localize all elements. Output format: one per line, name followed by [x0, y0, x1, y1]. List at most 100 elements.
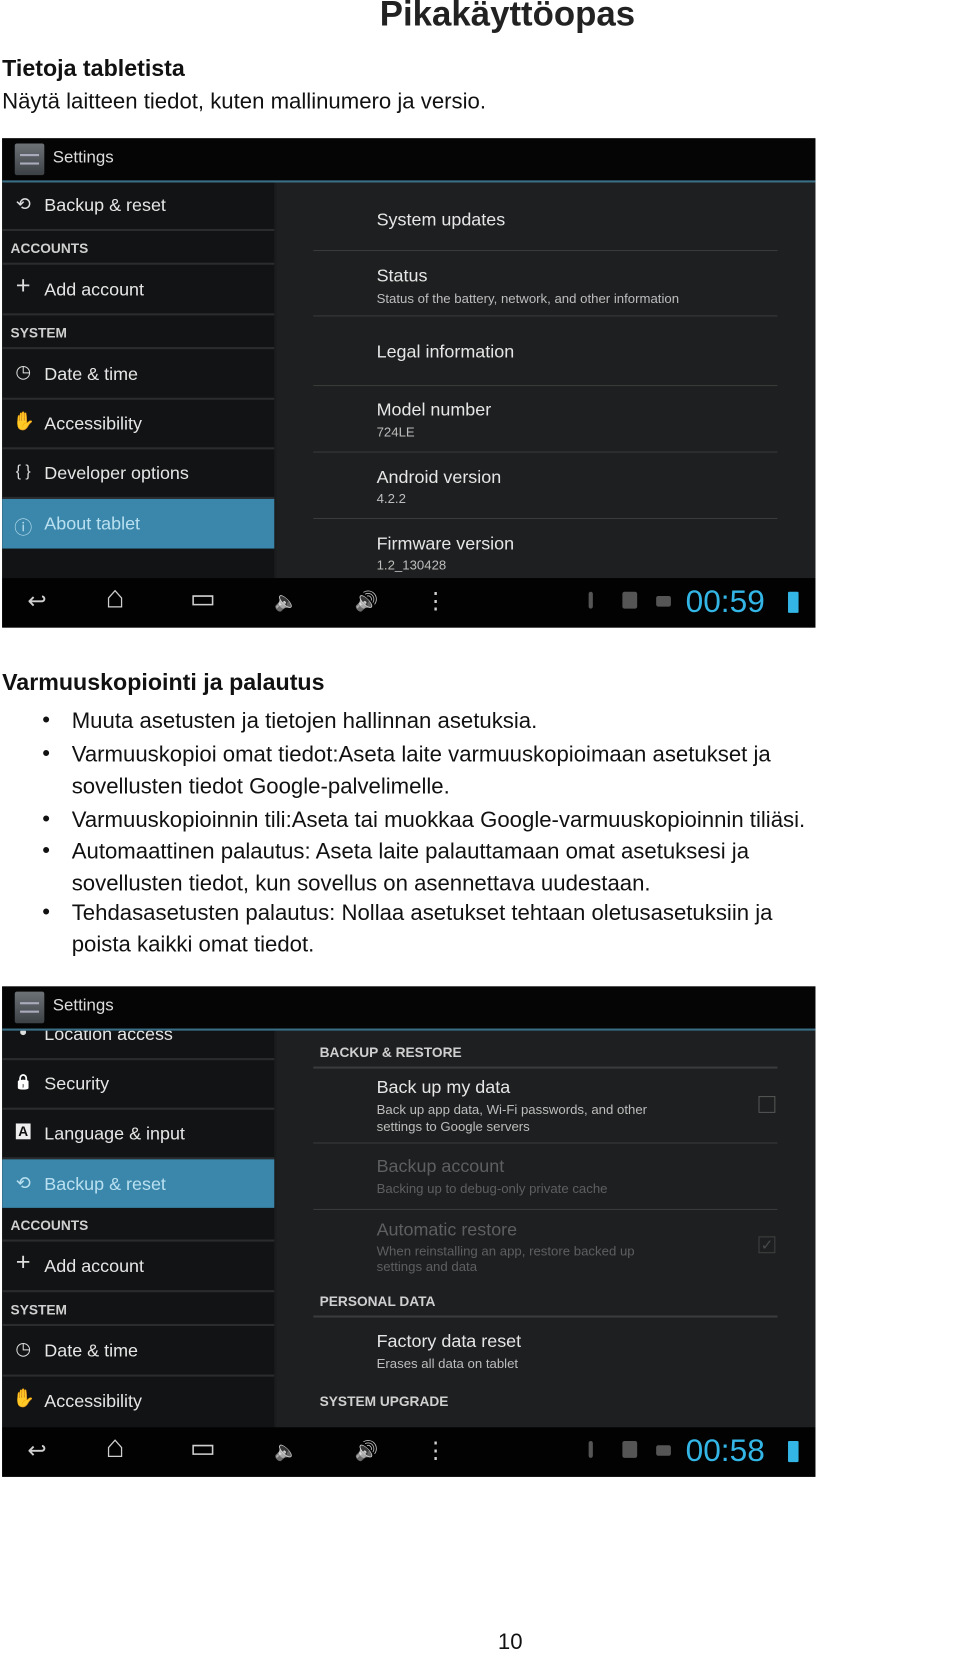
divider — [313, 1066, 778, 1069]
home-icon[interactable]: ⌂ — [105, 1429, 124, 1465]
sidebar-item-backup[interactable]: ⟲ Backup & reset — [2, 182, 275, 232]
bullet-line: sovellusten tiedot Google-palvelimelle. — [71, 774, 450, 799]
pref-title: Android version — [376, 467, 502, 488]
restore-icon: ⟲ — [15, 1173, 31, 1194]
automatic-restore-checkbox: ✓ — [758, 1236, 776, 1254]
clock-icon: ◷ — [15, 1338, 32, 1359]
back-icon[interactable]: ↩ — [27, 1437, 46, 1464]
volume-up-icon[interactable]: 🔊 — [354, 1440, 378, 1462]
category-system-upgrade: SYSTEM UPGRADE — [319, 1393, 449, 1410]
pref-model-number: Model number 724LE — [313, 386, 778, 453]
sidebar-item-label: Add account — [44, 279, 145, 300]
back-up-my-data-checkbox[interactable] — [758, 1096, 776, 1113]
pref-factory-data-reset[interactable]: Factory data reset Erases all data on ta… — [313, 1319, 777, 1384]
pref-backup-account: Backup account Backing up to debug-only … — [313, 1144, 778, 1210]
pref-summary: When reinstalling an app, restore backed… — [376, 1243, 635, 1259]
category-backup-restore: BACKUP & RESTORE — [319, 1044, 462, 1061]
bullet-item: Varmuuskopioi omat tiedot:Aseta laite va… — [72, 739, 960, 802]
category-label: ACCOUNTS — [10, 240, 89, 257]
section-heading-backup: Varmuuskopiointi ja palautus — [2, 668, 325, 696]
clock-icon: ◷ — [15, 361, 32, 382]
settings-sidebar: ● Location access 🔒 Security A Language & i… — [2, 1023, 275, 1428]
sidebar-item-label: Language & input — [44, 1123, 185, 1144]
pref-title: Legal information — [376, 341, 515, 362]
sidebar-item-label: Backup & reset — [44, 1174, 166, 1195]
recents-icon[interactable]: ▭ — [190, 1431, 216, 1464]
section-heading-about: Tietoja tabletista — [2, 54, 185, 82]
category-accounts: ACCOUNTS — [2, 1208, 275, 1242]
sidebar-item-label: Security — [44, 1073, 110, 1094]
category-label: SYSTEM — [10, 324, 67, 341]
sidebar-item-developer-options[interactable]: { } Developer options — [2, 449, 275, 499]
page-title: Pikakäyttöopas — [379, 0, 636, 33]
sidebar-item-date-time[interactable]: ◷ Date & time — [2, 349, 275, 400]
sidebar-item-label: Date & time — [44, 363, 138, 384]
android-debug-icon — [656, 1445, 671, 1456]
pref-status[interactable]: Status Status of the battery, network, an… — [313, 251, 778, 317]
pref-legal-information[interactable]: Legal information — [313, 316, 778, 387]
pref-summary: Backing up to debug-only private cache — [376, 1181, 608, 1197]
screenshot-backup-reset: Settings ● Location access 🔒 Security A Lan… — [2, 986, 816, 1477]
braces-icon: { } — [15, 462, 31, 480]
sidebar-item-backup-reset[interactable]: ⟲ Backup & reset — [2, 1159, 275, 1208]
divider — [313, 1315, 778, 1318]
pref-title: Back up my data — [376, 1077, 511, 1098]
volume-down-icon[interactable]: 🔈 — [274, 1440, 298, 1462]
sidebar-item-accessibility[interactable]: ✋ Accessibility — [2, 400, 275, 450]
bullet-line: Tehdasasetusten palautus: Nollaa asetuks… — [71, 900, 773, 926]
category-personal-data: PERSONAL DATA — [319, 1293, 436, 1310]
menu-icon[interactable]: ⋮ — [424, 1437, 447, 1464]
pref-title: System updates — [376, 209, 506, 230]
volume-up-icon[interactable]: 🔊 — [354, 591, 378, 613]
pref-summary: Erases all data on tablet — [376, 1356, 519, 1372]
system-navigation-bar: ↩ ⌂ ▭ 🔈 🔊 ⋮ 00:58 — [2, 1427, 816, 1477]
bullet-icon: • — [42, 741, 50, 766]
clock-time: 00:59 — [685, 584, 765, 620]
bullet-line: poista kaikki omat tiedot. — [71, 932, 315, 957]
app-title: Settings — [52, 996, 114, 1015]
volume-down-icon[interactable]: 🔈 — [274, 591, 298, 613]
sd-card-icon — [622, 1440, 638, 1458]
bullet-line: Muuta asetusten ja tietojen hallinnan as… — [71, 708, 538, 734]
sidebar-item-date-time[interactable]: ◷ Date & time — [2, 1326, 275, 1377]
sidebar-item-add-account[interactable]: + Add account — [2, 1242, 275, 1293]
hand-icon: ✋ — [12, 1388, 35, 1409]
bullet-item: Tehdasasetusten palautus: Nollaa asetuks… — [72, 898, 960, 961]
sidebar-item-language-input[interactable]: A Language & input — [2, 1110, 275, 1160]
battery-charging-icon — [788, 1440, 799, 1463]
pref-title: Factory data reset — [376, 1331, 522, 1352]
pref-value: 724LE — [376, 425, 415, 440]
sidebar-item-security[interactable]: 🔒 Security — [2, 1060, 275, 1110]
sidebar-item-accessibility[interactable]: ✋ Accessibility — [2, 1377, 274, 1428]
app-title: Settings — [52, 148, 114, 167]
sidebar-item-label: Backup & reset — [44, 195, 166, 216]
bullet-line: Automaattinen palautus: Aseta laite pala… — [71, 839, 750, 864]
recents-icon[interactable]: ▭ — [190, 582, 216, 615]
menu-icon[interactable]: ⋮ — [424, 588, 447, 615]
pref-summary: Back up app data, Wi-Fi passwords, and o… — [376, 1102, 648, 1118]
sidebar-item-about-tablet[interactable]: ⓘ About tablet — [2, 498, 275, 549]
pref-firmware-version: Firmware version 1.2_130428 — [313, 519, 777, 578]
back-icon[interactable]: ↩ — [27, 588, 46, 615]
bullet-item: Muuta asetusten ja tietojen hallinnan as… — [72, 706, 960, 738]
backup-reset-list: BACKUP & RESTORE Back up my data Back up… — [276, 1030, 816, 1428]
pref-summary: settings to Google servers — [376, 1119, 530, 1135]
usb-icon — [588, 591, 593, 609]
sidebar-item-label: Date & time — [44, 1340, 138, 1361]
home-icon[interactable]: ⌂ — [105, 580, 124, 616]
language-icon: A — [15, 1123, 31, 1140]
battery-charging-icon — [788, 591, 799, 613]
pref-title: Firmware version — [376, 533, 515, 554]
pref-android-version[interactable]: Android version 4.2.2 — [313, 453, 778, 520]
pref-system-updates[interactable]: System updates — [313, 182, 778, 252]
category-label: ACCOUNTS — [10, 1217, 89, 1234]
info-icon: ⓘ — [14, 517, 33, 538]
settings-sidebar: ⟲ Backup & reset ACCOUNTS + Add account SY… — [2, 182, 275, 579]
bullet-line: Varmuuskopioinnin tili:Aseta tai muokkaa… — [71, 808, 806, 833]
pref-title: Backup account — [376, 1156, 505, 1177]
sidebar-item-add-account[interactable]: + Add account — [2, 265, 275, 316]
screenshot-about-tablet: Settings ⟲ Backup & reset ACCOUNTS + Add a… — [2, 138, 816, 628]
plus-icon: + — [15, 271, 31, 300]
pref-back-up-my-data[interactable]: Back up my data Back up app data, Wi-Fi … — [313, 1070, 778, 1144]
sidebar-item-label: Developer options — [44, 463, 189, 484]
